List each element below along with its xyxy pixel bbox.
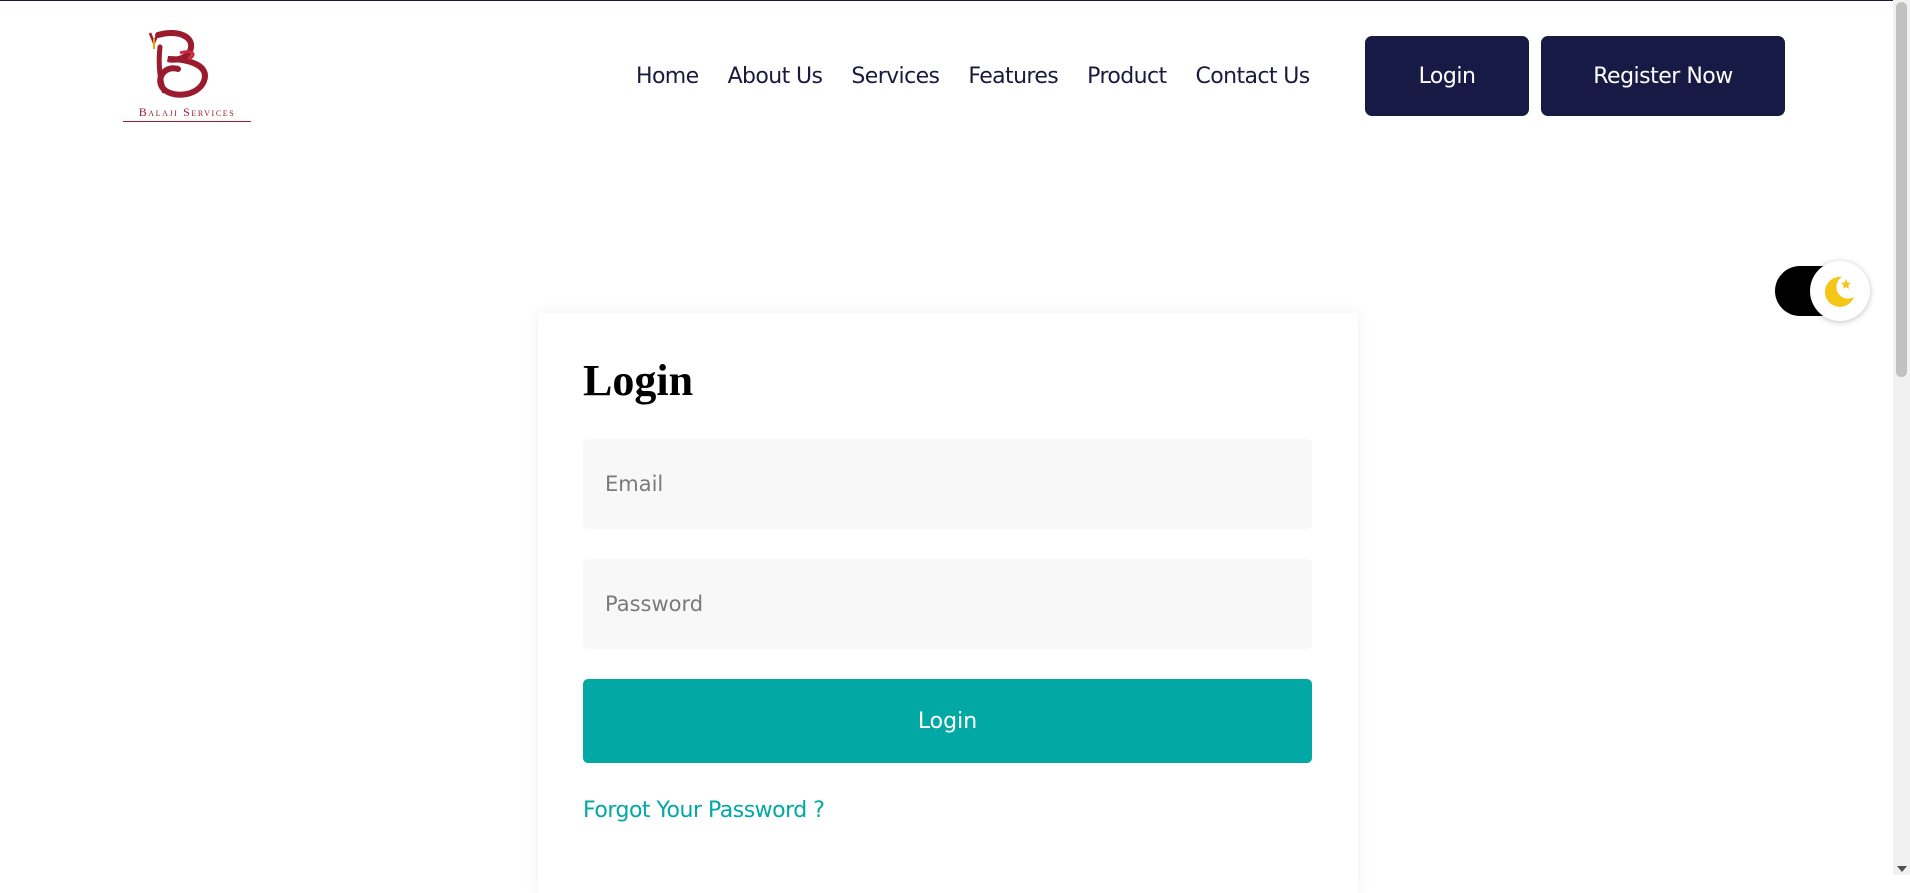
nav-product[interactable]: Product bbox=[1087, 64, 1167, 89]
password-input[interactable] bbox=[583, 559, 1312, 649]
header-login-button[interactable]: Login bbox=[1365, 36, 1529, 116]
moon-star-icon bbox=[1824, 276, 1854, 307]
nav-services[interactable]: Services bbox=[851, 64, 940, 89]
page-scrollbar[interactable] bbox=[1893, 0, 1910, 875]
brand-logo[interactable]: Balaji Services bbox=[118, 25, 256, 123]
scrollbar-thumb[interactable] bbox=[1896, 2, 1907, 377]
login-card: Login Login Forgot Your Password ? bbox=[538, 313, 1358, 893]
nav-home[interactable]: Home bbox=[636, 64, 699, 89]
brand-name: Balaji Services bbox=[123, 105, 251, 122]
login-title: Login bbox=[583, 356, 694, 405]
toggle-knob[interactable] bbox=[1810, 261, 1870, 321]
balaji-logo-icon bbox=[148, 30, 208, 98]
scroll-down-arrow-icon[interactable] bbox=[1897, 866, 1907, 872]
email-input[interactable] bbox=[583, 439, 1312, 529]
register-now-button[interactable]: Register Now bbox=[1541, 36, 1785, 116]
forgot-password-link[interactable]: Forgot Your Password ? bbox=[583, 798, 825, 823]
nav-features[interactable]: Features bbox=[968, 64, 1058, 89]
site-header: Balaji Services Home About Us Services F… bbox=[0, 1, 1893, 141]
login-submit-button[interactable]: Login bbox=[583, 679, 1312, 763]
nav-about-us[interactable]: About Us bbox=[728, 64, 823, 89]
main-nav: Home About Us Services Features Product … bbox=[636, 56, 1339, 96]
nav-contact-us[interactable]: Contact Us bbox=[1196, 64, 1311, 89]
theme-toggle[interactable] bbox=[1775, 261, 1871, 321]
